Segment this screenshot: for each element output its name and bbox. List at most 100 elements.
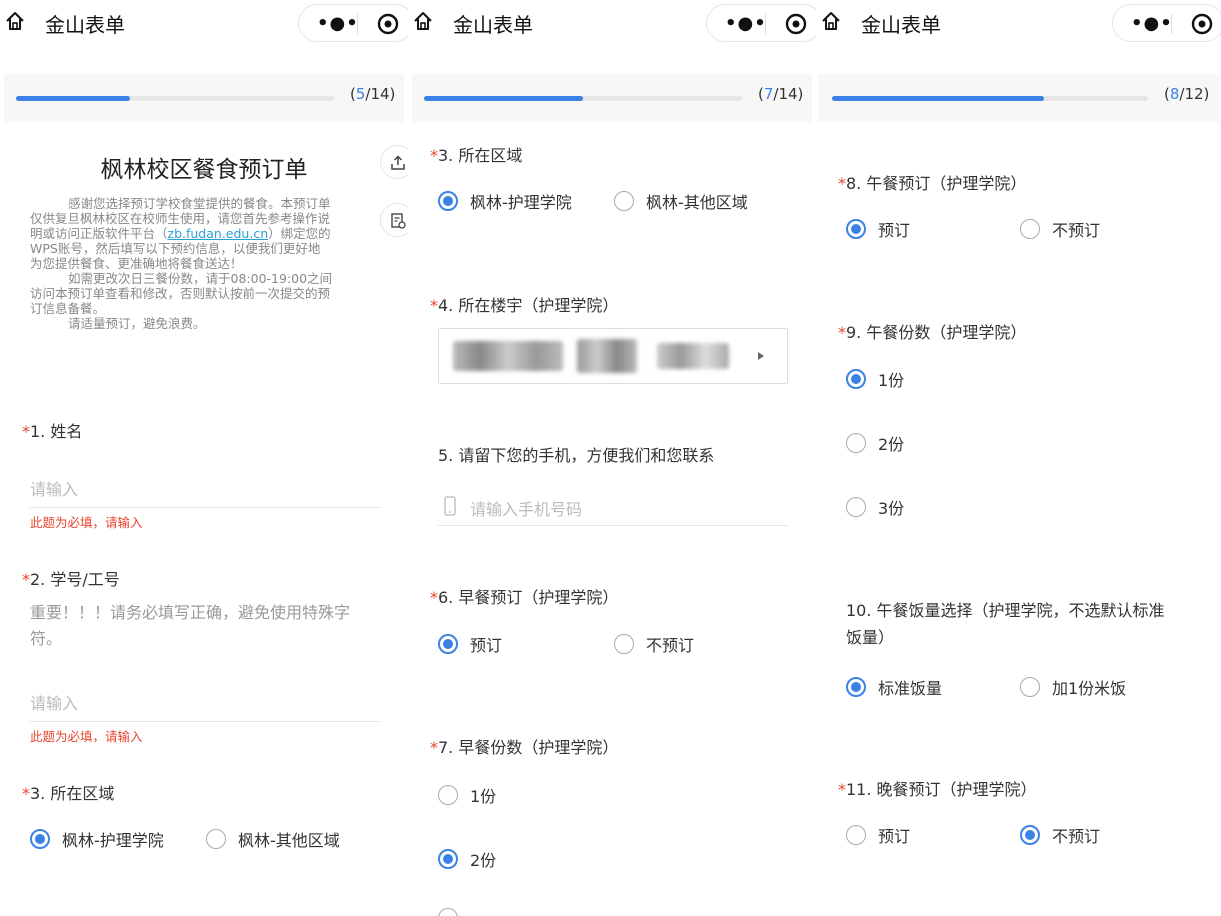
radio-option-dinner-yes[interactable]: 预订 [846,823,910,847]
redacted-value [453,341,563,371]
target-icon[interactable] [377,13,399,35]
radio-option-lunch-yes[interactable]: 预订 [846,217,910,241]
phone-icon [444,496,456,516]
question-building-label: *4. 所在楼宇（护理学院） [430,296,619,315]
description-line: 仅供复旦枫林校区在校师生使用，请您首先参考操作说 [30,211,331,226]
radio-option-lunch-1[interactable]: 1份 [846,367,904,391]
question-lunch-label: *8. 午餐预订（护理学院） [838,174,1027,193]
radio-selected-icon [846,369,866,389]
radio-option-area-nursing[interactable]: 枫林-护理学院 [30,827,164,851]
target-icon[interactable] [785,13,807,35]
question-dinner-label: *11. 晚餐预订（护理学院） [838,780,1037,799]
question-rice-label-cont: 饭量） [846,628,895,647]
radio-empty-icon [206,829,226,849]
radio-option-rice-standard[interactable]: 标准饭量 [846,675,942,699]
menu-capsule: •●• [706,4,816,42]
question-phone-label: 5. 请留下您的手机，方便我们和您联系 [438,446,715,465]
home-icon[interactable] [4,10,26,32]
app-title: 金山表单 [453,13,533,37]
share-button[interactable] [380,145,408,179]
radio-selected-icon [438,634,458,654]
description-line: 如需更改次日三餐份数，请于08:00-19:00之间 [68,271,333,286]
target-icon[interactable] [1191,13,1213,35]
radio-option-breakfast-2[interactable]: 2份 [438,847,496,871]
id-input[interactable]: 请输入 [30,690,78,714]
question-area-label: *3. 所在区域 [430,146,523,165]
progress-strip: (5/14) [4,74,404,122]
radio-empty-icon [846,825,866,845]
question-breakfast-count-label: *7. 早餐份数（护理学院） [430,738,619,757]
app-title: 金山表单 [45,13,125,37]
progress-fill [16,96,130,101]
description-line: 明或访问正版软件平台（zb.fudan.edu.cn）绑定您的 [30,226,331,241]
menu-capsule: •●• [298,4,408,42]
radio-option-breakfast-partial[interactable] [438,908,470,916]
radio-option-rice-extra[interactable]: 加1份米饭 [1020,675,1126,699]
question-breakfast-label: *6. 早餐预订（护理学院） [430,588,619,607]
radio-empty-icon [614,191,634,211]
phone-input-underline [438,525,788,526]
radio-option-lunch-no[interactable]: 不预订 [1020,217,1100,241]
menu-capsule: •●• [1112,4,1221,42]
radio-option-dinner-no[interactable]: 不预订 [1020,823,1100,847]
capsule-divider [357,14,358,34]
progress-fill [832,96,1044,101]
capsule-divider [1171,14,1172,34]
caret-right-icon [758,352,764,360]
records-icon [391,213,406,229]
radio-selected-icon [438,191,458,211]
radio-empty-icon [846,497,866,517]
share-icon [391,155,405,170]
id-error: 此题为必填，请输入 [30,729,143,744]
radio-empty-icon [438,785,458,805]
radio-empty-icon [1020,677,1040,697]
name-error: 此题为必填，请输入 [30,515,143,530]
radio-option-area-other[interactable]: 枫林-其他区域 [206,827,340,851]
question-lunch-count-label: *9. 午餐份数（护理学院） [838,323,1027,342]
app-title: 金山表单 [861,13,941,37]
more-dots-icon[interactable]: •●• [725,13,767,34]
radio-selected-icon [30,829,50,849]
progress-bar [424,96,742,101]
redacted-value [657,343,729,369]
progress-bar [832,96,1148,101]
radio-selected-icon [846,219,866,239]
progress-strip: (8/12) [818,74,1219,122]
radio-option-area-other[interactable]: 枫林-其他区域 [614,189,748,213]
progress-strip: (7/14) [412,74,812,122]
radio-option-area-nursing[interactable]: 枫林-护理学院 [438,189,572,213]
radio-selected-icon [846,677,866,697]
radio-empty-icon [1020,219,1040,239]
name-input-underline [30,507,380,508]
progress-text: (8/12) [1164,85,1210,103]
records-button[interactable] [380,203,408,237]
form-panel-1: 金山表单 •●• (5/14) 枫林校区餐食预订单 感谢您选择预订学校食堂提供的… [0,0,408,916]
home-icon[interactable] [820,10,842,32]
form-title: 枫林校区餐食预订单 [100,157,308,183]
form-description: 感谢您选择预订学校食堂提供的餐食。本预订单 仅供复旦枫林校区在校师生使用，请您首… [30,196,378,331]
platform-link[interactable]: zb.fudan.edu.cn [168,226,269,241]
question-name-label: *1. 姓名 [22,422,83,441]
description-line: WPS账号，然后填写以下预约信息，以便我们更好地 [30,241,321,256]
description-line: 感谢您选择预订学校食堂提供的餐食。本预订单 [68,196,331,211]
radio-option-breakfast-1[interactable]: 1份 [438,783,496,807]
phone-input[interactable]: 请输入手机号码 [470,496,582,520]
question-id-label: *2. 学号/工号 [22,570,120,589]
building-select[interactable] [438,328,788,384]
more-dots-icon[interactable]: •●• [317,13,359,34]
progress-bar [16,96,334,101]
name-input[interactable]: 请输入 [30,476,78,500]
radio-option-breakfast-no[interactable]: 不预订 [614,632,694,656]
question-area-label: *3. 所在区域 [22,784,115,803]
radio-option-lunch-2[interactable]: 2份 [846,431,904,455]
radio-option-breakfast-yes[interactable]: 预订 [438,632,502,656]
description-line: 访问本预订单查看和修改，否则默认按前一次提交的预 [30,286,331,301]
question-rice-label: 10. 午餐饭量选择（护理学院，不选默认标准 [846,601,1165,620]
id-input-underline [30,721,380,722]
radio-selected-icon [438,849,458,869]
progress-text: (5/14) [350,85,396,103]
form-panel-3: 金山表单 •●• (8/12) *8. 午餐预订（护理学院） 预订 不预订 *9… [816,0,1221,916]
radio-option-lunch-3[interactable]: 3份 [846,495,904,519]
home-icon[interactable] [412,10,434,32]
more-dots-icon[interactable]: •●• [1131,13,1173,34]
